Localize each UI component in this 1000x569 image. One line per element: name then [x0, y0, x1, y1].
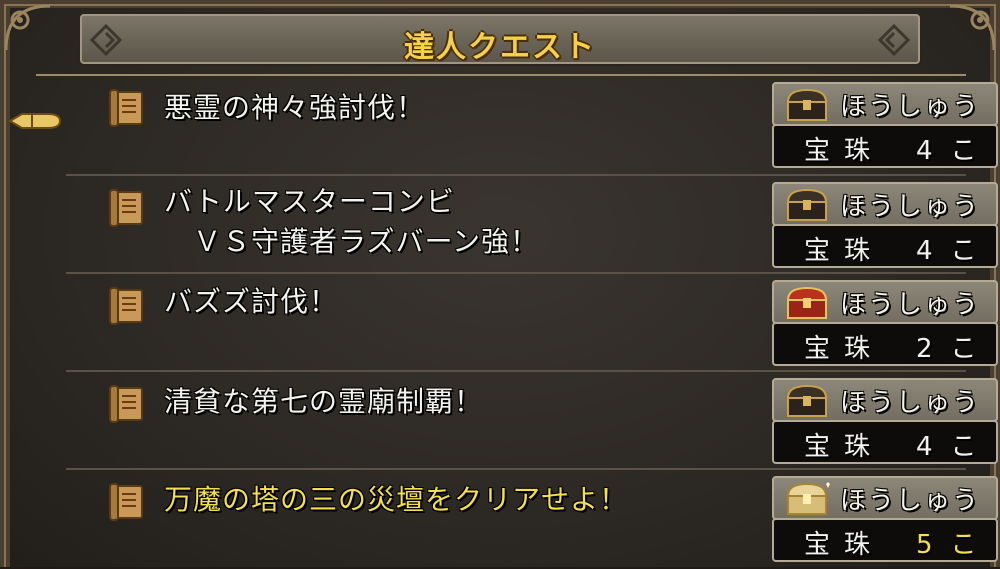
reward-label: ほうしゅう: [840, 192, 981, 222]
reward-box: ほうしゅう 宝珠 5こ: [772, 476, 998, 564]
reward-item: 宝珠: [804, 136, 885, 166]
reward-label: ほうしゅう: [840, 486, 981, 516]
reward-item: 宝珠: [804, 432, 885, 462]
reward-count: 5こ: [916, 530, 995, 560]
reward-count: 4こ: [916, 432, 995, 462]
title-bar: 達人クエスト: [80, 14, 920, 65]
scroll-icon: [109, 483, 143, 521]
quest-row[interactable]: バトルマスターコンビ ＶＳ守護者ラズバーン強！ ほうしゅう 宝珠 4こ: [66, 176, 998, 274]
reward-label: ほうしゅう: [840, 290, 981, 320]
reward-label: ほうしゅう: [840, 92, 981, 122]
quest-title: 万魔の塔の三の災壇をクリアせよ！: [164, 483, 629, 516]
reward-count: 4こ: [916, 236, 995, 266]
title-ornament-icon: [878, 24, 910, 56]
reward-item: 宝珠: [804, 530, 885, 560]
quest-row[interactable]: バズズ討伐！ ほうしゅう 宝珠 2こ: [66, 274, 998, 372]
page-title: 達人クエスト: [404, 30, 596, 65]
treasure-chest-icon: [786, 482, 830, 515]
quest-list: 悪霊の神々強討伐！ ほうしゅう 宝珠 4こ バトルマスターコンビ ＶＳ守護者ラズ…: [36, 74, 998, 569]
reward-count: 2こ: [916, 334, 995, 364]
reward-item: 宝珠: [804, 236, 885, 266]
reward-box: ほうしゅう 宝珠 4こ: [772, 378, 998, 466]
reward-box: ほうしゅう 宝珠 4こ: [772, 82, 998, 170]
scroll-icon: [109, 89, 143, 127]
quest-title: 清貧な第七の霊廟制覇！: [164, 385, 484, 418]
scroll-icon: [109, 385, 143, 423]
reward-label: ほうしゅう: [840, 388, 981, 418]
treasure-chest-icon: [786, 188, 828, 221]
reward-count: 4こ: [916, 136, 995, 166]
quest-row[interactable]: 清貧な第七の霊廟制覇！ ほうしゅう 宝珠 4こ: [66, 372, 998, 470]
quest-title: バズズ討伐！: [164, 285, 339, 318]
reward-box: ほうしゅう 宝珠 4こ: [772, 182, 998, 270]
quest-row[interactable]: 悪霊の神々強討伐！ ほうしゅう 宝珠 4こ: [66, 76, 998, 176]
quest-title: 悪霊の神々強討伐！: [164, 91, 426, 124]
scroll-icon: [109, 287, 143, 325]
quest-row[interactable]: 万魔の塔の三の災壇をクリアせよ！ ほうしゅう 宝珠 5こ: [66, 470, 998, 569]
corner-ornament-icon: [949, 4, 996, 51]
treasure-chest-icon: [786, 88, 828, 121]
corner-ornament-icon: [4, 4, 51, 51]
reward-box: ほうしゅう 宝珠 2こ: [772, 280, 998, 368]
quest-title: バトルマスターコンビ ＶＳ守護者ラズバーン強！: [164, 185, 540, 258]
scroll-icon: [109, 189, 143, 227]
treasure-chest-icon: [786, 384, 828, 417]
treasure-chest-icon: [786, 286, 828, 319]
reward-item: 宝珠: [804, 334, 885, 364]
